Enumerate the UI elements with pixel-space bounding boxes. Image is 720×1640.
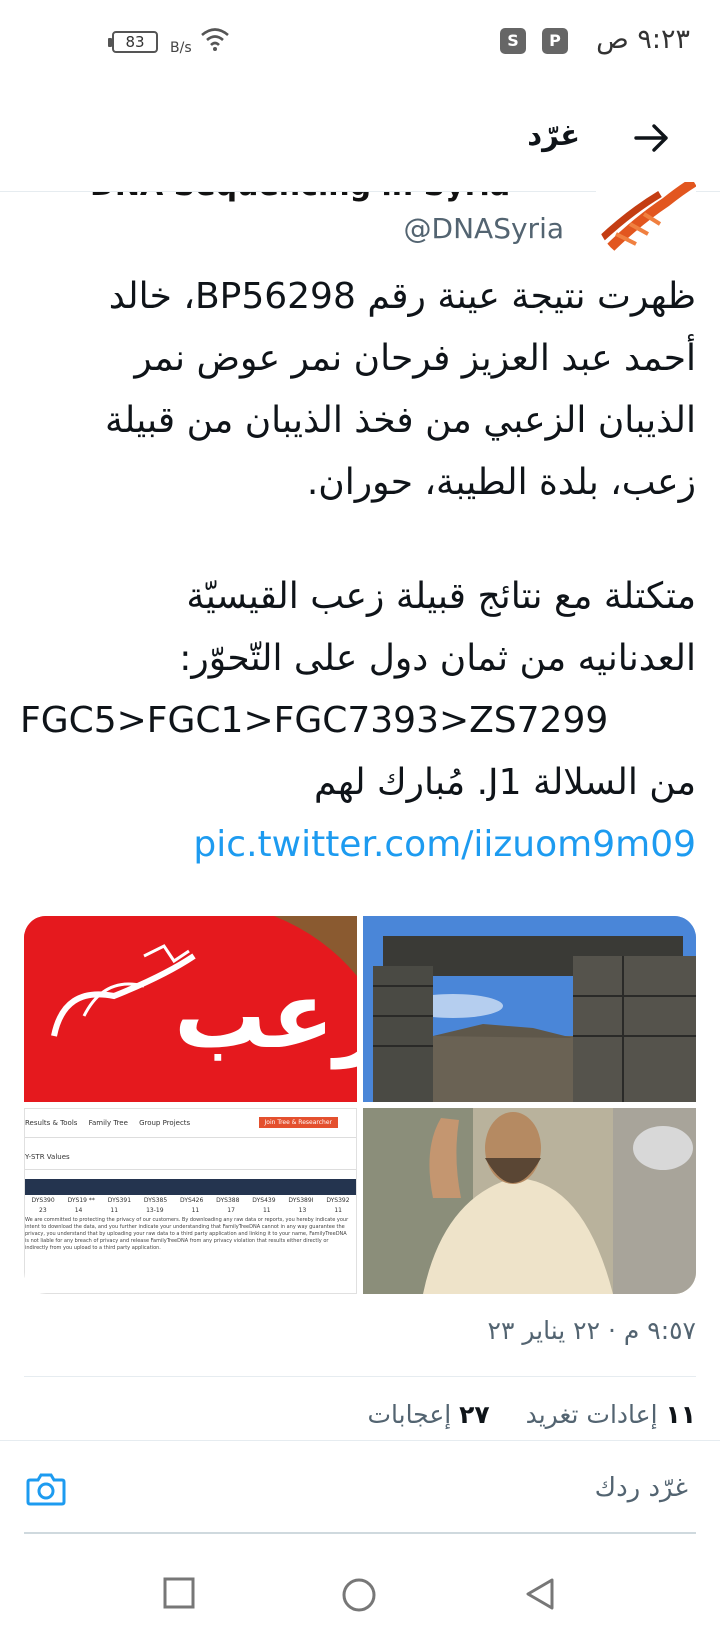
media-image-ruins[interactable]	[363, 916, 696, 1102]
doc-paragraph: We are committed to protecting the priva…	[25, 1217, 349, 1251]
tweet-line: العدنانيه من ثمان دول على التّحوّر:	[179, 638, 696, 679]
tweet-line: زعب، بلدة الطيبة، حوران.	[306, 462, 696, 503]
doc-value-row: 23 14 11 13-19 11 17 11 13 11	[39, 1207, 342, 1214]
header: غرّد	[0, 84, 720, 192]
media-image-str-report[interactable]: Results & Tools Family Tree Group Projec…	[24, 1108, 357, 1294]
reply-input[interactable]: غرّد ردك	[595, 1473, 688, 1503]
lineage-line: من السلالة J1. مُبارك لهم	[314, 762, 696, 803]
doc-subtitle: Y-STR Values	[25, 1153, 70, 1161]
doc-nav: Results & Tools Family Tree Group Projec…	[25, 1119, 191, 1127]
snp-path: FGC5>FGC1>FGC7393>ZS7299	[20, 700, 609, 741]
doc-marker-row: DYS390 DYS19 ** DYS391 DYS385 DYS426 DYS388 DY…	[31, 1197, 350, 1204]
app-notification-icon: P	[542, 28, 568, 54]
tweet-body: ظهرت نتيجة عينة رقم BP56298، خالد أحمد ع…	[20, 266, 696, 876]
tweet-timestamp[interactable]: ٩:٥٧ م · ٢٢ يناير ٢٣	[488, 1316, 696, 1345]
author-handle[interactable]: @DNASyria	[404, 212, 564, 245]
doc-button: Join Tree & Researcher	[258, 1117, 338, 1128]
tweet-stats: ١١ إعادات تغريد ٢٧ إعجابات	[367, 1400, 696, 1429]
media-image-banner[interactable]: زعب	[24, 916, 357, 1102]
likes-count[interactable]: ٢٧	[459, 1400, 490, 1429]
likes-label[interactable]: إعجابات	[367, 1400, 451, 1429]
retweets-label[interactable]: إعادات تغريد	[526, 1400, 658, 1429]
wifi-icon	[201, 28, 229, 51]
net-speed: B/s	[170, 40, 192, 56]
media-link[interactable]: pic.twitter.com/iizuom9m09	[20, 814, 696, 876]
avatar[interactable]	[596, 182, 696, 262]
nav-circle-icon[interactable]	[340, 1576, 378, 1614]
nav-back-triangle-icon[interactable]	[522, 1576, 558, 1612]
reply-underline	[24, 1532, 696, 1534]
back-arrow-icon[interactable]	[628, 114, 676, 162]
doc-header-bar	[25, 1179, 356, 1195]
nav-square-icon[interactable]	[162, 1576, 196, 1610]
status-bar: ٩:٢٣ ص P S 83 B/s	[0, 0, 720, 84]
reply-bar: غرّد ردك	[0, 1440, 720, 1538]
sync-notification-icon: S	[500, 28, 526, 54]
page-title: غرّد	[527, 118, 580, 152]
divider	[24, 1376, 696, 1377]
tweet-line: ظهرت نتيجة عينة رقم BP56298، خالد	[108, 276, 696, 317]
retweets-count[interactable]: ١١	[665, 1400, 696, 1429]
system-nav-bar	[0, 1540, 720, 1640]
tweet-line: أحمد عبد العزيز فرحان نمر عوض نمر	[134, 338, 696, 379]
camera-icon[interactable]	[26, 1471, 66, 1507]
battery-icon: 83	[108, 31, 158, 53]
media-image-person[interactable]	[363, 1108, 696, 1294]
tweet-line: متكتلة مع نتائج قبيلة زعب القيسيّة	[186, 576, 696, 617]
status-time: ٩:٢٣ ص	[596, 24, 690, 55]
media-grid: زعب Results & Tools Family Tree Group Pr…	[24, 916, 696, 1294]
tweet-line: الذيبان الزعبي من فخذ الذيبان من قبيلة	[104, 400, 696, 441]
banner-text: زعب	[174, 962, 357, 1069]
